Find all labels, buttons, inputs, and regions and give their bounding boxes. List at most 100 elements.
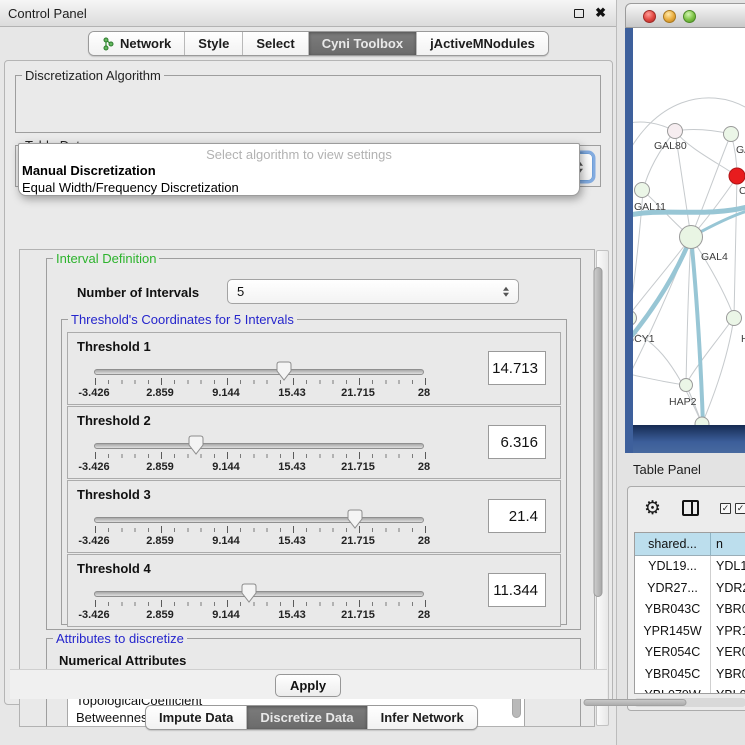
table-cell[interactable]: YPR1 — [711, 621, 745, 643]
discretization-algorithm-group: Discretization Algorithm — [15, 75, 601, 133]
vertical-scrollbar[interactable] — [596, 250, 609, 726]
tick-label: -3.426 — [78, 461, 109, 473]
node-hap2[interactable] — [680, 379, 693, 392]
slider-major-ticks — [95, 600, 426, 607]
tab-network[interactable]: Network — [89, 32, 185, 55]
threshold-panel: Threshold 4 -3.4262.8599.14415.4321.7152… — [67, 554, 561, 627]
tick-label: 28 — [418, 535, 430, 547]
tick-label: 21.715 — [341, 609, 375, 621]
tick-label: 2.859 — [146, 461, 174, 473]
zoom-traffic-light-icon[interactable] — [683, 10, 696, 23]
tab-label: Style — [198, 36, 229, 51]
table-row[interactable]: YER054CYER0 — [635, 642, 745, 664]
scrollbar-thumb[interactable] — [584, 699, 687, 706]
tick-label: 15.43 — [278, 387, 306, 399]
node-ga[interactable] — [724, 127, 739, 142]
table-row[interactable]: YBR045CYBR0 — [635, 664, 745, 686]
table-cell[interactable]: YDL19... — [635, 556, 711, 578]
tab-infer-network[interactable]: Infer Network — [368, 706, 477, 729]
table-header-row: shared... n — [635, 533, 745, 556]
thresholds-group: Threshold's Coordinates for 5 Intervals … — [61, 319, 567, 625]
threshold-slider[interactable]: -3.4262.8599.14415.4321.71528 — [94, 363, 424, 403]
table-cell[interactable]: YPR145W — [635, 621, 711, 643]
table-cell[interactable]: YER054C — [635, 642, 711, 664]
tick-labels: -3.4262.8599.14415.4321.71528 — [94, 461, 424, 475]
tick-label: -3.426 — [78, 535, 109, 547]
table-cell[interactable]: YBR045C — [635, 664, 711, 686]
numerical-attributes-label: Numerical Attributes — [59, 653, 186, 668]
node-label: H — [741, 333, 745, 345]
node-label: GAL11 — [634, 201, 666, 213]
table-row[interactable]: YBR043CYBR0 — [635, 599, 745, 621]
threshold-value-box[interactable]: 14.713 — [488, 351, 546, 385]
node-gal80[interactable] — [668, 124, 683, 139]
node-gal11[interactable] — [635, 183, 650, 198]
tick-label: 28 — [418, 387, 430, 399]
network-icon — [102, 37, 115, 51]
node-table[interactable]: shared... n YDL19...YDL1YDR27...YDR2YBR0… — [634, 532, 745, 694]
table-cell[interactable]: YDR2 — [711, 578, 745, 600]
table-row[interactable]: YDL19...YDL1 — [635, 556, 745, 578]
table-cell[interactable]: YER0 — [711, 642, 745, 664]
threshold-label: Threshold 1 — [77, 339, 151, 354]
checkbox-icon[interactable]: ✓ — [720, 503, 731, 514]
node-gal4[interactable] — [680, 226, 703, 249]
float-window-icon[interactable] — [574, 9, 584, 18]
tab-cyni-toolbox[interactable]: Cyni Toolbox — [309, 32, 417, 55]
tick-label: 2.859 — [146, 387, 174, 399]
table-cell[interactable]: YBL079W — [635, 685, 711, 694]
slider-major-ticks — [95, 378, 426, 385]
slider-track[interactable] — [94, 517, 424, 523]
table-row[interactable]: YPR145WYPR1 — [635, 621, 745, 643]
tab-discretize-data[interactable]: Discretize Data — [247, 706, 367, 729]
tab-select[interactable]: Select — [243, 32, 308, 55]
threshold-slider[interactable]: -3.4262.8599.14415.4321.71528 — [94, 585, 424, 625]
threshold-slider[interactable]: -3.4262.8599.14415.4321.71528 — [94, 511, 424, 551]
network-canvas[interactable]: GAL80 GA GAL11 GAL4 C GCY1 H HAP2 — [633, 28, 745, 425]
threshold-value-box[interactable]: 21.4 — [488, 499, 546, 533]
node-selected-red[interactable] — [729, 168, 745, 184]
table-cell[interactable]: YDR27... — [635, 578, 711, 600]
num-intervals-combo[interactable]: 5 — [227, 279, 519, 304]
minimize-traffic-light-icon[interactable] — [663, 10, 676, 23]
tab-style[interactable]: Style — [185, 32, 243, 55]
slider-track[interactable] — [94, 443, 424, 449]
threshold-value-box[interactable]: 6.316 — [488, 425, 546, 459]
slider-track[interactable] — [94, 369, 424, 375]
node-bottom[interactable] — [695, 417, 709, 425]
tab-impute-data[interactable]: Impute Data — [146, 706, 247, 729]
slider-track[interactable] — [94, 591, 424, 597]
checkbox-icon[interactable]: ✓ — [735, 503, 745, 514]
tab-label: Infer Network — [381, 710, 464, 725]
scrollbar-thumb[interactable] — [594, 267, 603, 597]
table-cell[interactable]: YBL0 — [711, 685, 745, 694]
table-row[interactable]: YDR27...YDR2 — [635, 578, 745, 600]
column-header-name[interactable]: n — [711, 533, 745, 555]
tick-label: 21.715 — [341, 461, 375, 473]
group-title: Interval Definition — [53, 251, 159, 266]
table-cell[interactable]: YBR043C — [635, 599, 711, 621]
table-cell[interactable]: YBR0 — [711, 664, 745, 686]
threshold-value-box[interactable]: 11.344 — [488, 573, 546, 607]
tick-label: 28 — [418, 461, 430, 473]
tab-jactivemnodules[interactable]: jActiveMNodules — [417, 32, 548, 55]
close-icon[interactable]: ✖ — [595, 5, 606, 21]
node-h[interactable] — [727, 311, 742, 326]
close-traffic-light-icon[interactable] — [643, 10, 656, 23]
dropdown-option-equal-width[interactable]: Equal Width/Frequency Discretization — [22, 180, 239, 195]
tick-label: 2.859 — [146, 535, 174, 547]
node-gcy1[interactable] — [633, 311, 637, 326]
table-row[interactable]: YBL079WYBL0 — [635, 685, 745, 694]
table-cell[interactable]: YDL1 — [711, 556, 745, 578]
split-columns-icon[interactable] — [682, 500, 699, 516]
threshold-slider[interactable]: -3.4262.8599.14415.4321.71528 — [94, 437, 424, 477]
table-cell[interactable]: YBR0 — [711, 599, 745, 621]
gear-icon[interactable]: ⚙ — [644, 495, 661, 521]
tab-label: jActiveMNodules — [430, 36, 535, 51]
tick-label: 28 — [418, 609, 430, 621]
dropdown-option-manual[interactable]: Manual Discretization — [22, 163, 156, 178]
dropdown-hint: Select algorithm to view settings — [19, 147, 579, 162]
horizontal-scrollbar[interactable] — [634, 698, 745, 707]
column-header-shared[interactable]: shared... — [635, 533, 711, 555]
apply-button[interactable]: Apply — [275, 674, 341, 697]
